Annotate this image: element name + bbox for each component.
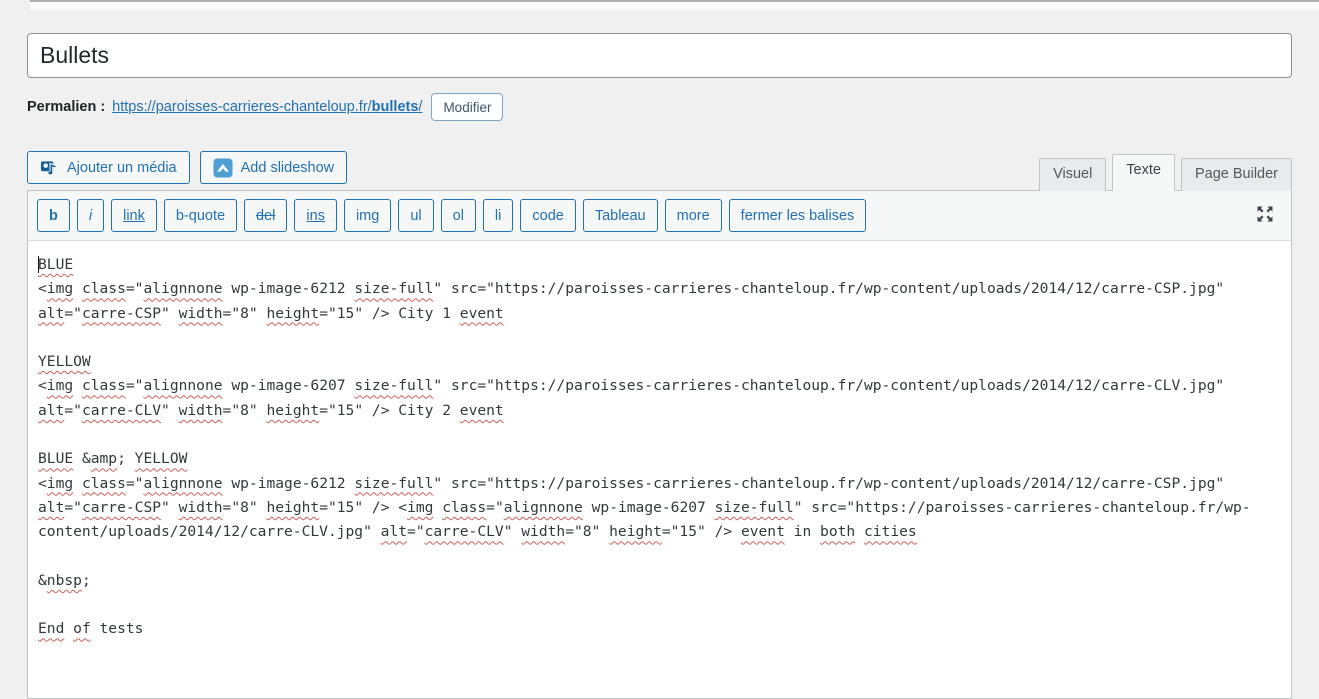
- media-icon: [40, 158, 59, 177]
- quicktag-b-quote[interactable]: b-quote: [164, 199, 237, 232]
- code-line: <img class="alignnone wp-image-6212 size…: [38, 472, 1281, 496]
- editor-container: bilinkb-quotedelinsimgulollicodeTableaum…: [27, 190, 1292, 699]
- quicktag-ul[interactable]: ul: [398, 199, 433, 232]
- code-line: <img class="alignnone wp-image-6207 size…: [38, 374, 1281, 398]
- add-slideshow-label: Add slideshow: [241, 160, 335, 176]
- permalink-label: Permalien :: [27, 99, 105, 115]
- code-line: End of tests: [38, 617, 1281, 641]
- tab-visual[interactable]: Visuel: [1039, 158, 1106, 191]
- post-content-textarea[interactable]: BLUE<img class="alignnone wp-image-6212 …: [28, 241, 1291, 654]
- editor-mode-tabs: VisuelTextePage Builder: [1039, 154, 1292, 191]
- editor-tools-row: Ajouter un média Add slideshow VisuelTex…: [27, 151, 1292, 190]
- quicktag-img[interactable]: img: [344, 199, 391, 232]
- quicktag-code[interactable]: code: [520, 199, 575, 232]
- quicktag-ins[interactable]: ins: [294, 199, 337, 232]
- edit-permalink-button[interactable]: Modifier: [431, 93, 503, 121]
- code-line: [38, 326, 1281, 350]
- quicktag-b[interactable]: b: [37, 199, 70, 232]
- tab-page-builder[interactable]: Page Builder: [1181, 158, 1292, 191]
- quicktag-li[interactable]: li: [483, 199, 513, 232]
- quicktags-buttons: bilinkb-quotedelinsimgulollicodeTableaum…: [37, 199, 873, 232]
- quicktag-link[interactable]: link: [111, 199, 157, 232]
- permalink-row: Permalien : https://paroisses-carrieres-…: [27, 93, 1292, 121]
- wordpress-post-editor: { "title_field": { "value": "Bullets" },…: [0, 0, 1319, 697]
- text-cursor: [38, 256, 39, 273]
- code-line: content/uploads/2014/12/carre-CLV.jpg" a…: [38, 520, 1281, 544]
- code-line: BLUE: [38, 253, 1281, 277]
- quicktag-tableau[interactable]: Tableau: [583, 199, 658, 232]
- tab-text[interactable]: Texte: [1112, 154, 1175, 191]
- quicktags-toolbar: bilinkb-quotedelinsimgulollicodeTableaum…: [28, 191, 1291, 241]
- quicktag-i[interactable]: i: [77, 199, 104, 232]
- fullscreen-button[interactable]: [1252, 202, 1278, 228]
- fullscreen-icon: [1254, 203, 1276, 225]
- code-line: &nbsp;: [38, 569, 1281, 593]
- permalink-link[interactable]: https://paroisses-carrieres-chanteloup.f…: [112, 99, 422, 115]
- quicktag-fermer-les-balises[interactable]: fermer les balises: [729, 199, 867, 232]
- permalink-slug: bullets: [372, 99, 419, 115]
- code-line: BLUE &amp; YELLOW: [38, 447, 1281, 471]
- media-buttons-group: Ajouter un média Add slideshow: [27, 151, 347, 184]
- quicktag-del[interactable]: del: [244, 199, 287, 232]
- post-title-input[interactable]: [27, 33, 1292, 78]
- code-line: [38, 545, 1281, 569]
- code-line: alt="carre-CSP" width="8" height="15" />…: [38, 496, 1281, 520]
- permalink-url-suffix: /: [418, 99, 422, 115]
- add-media-label: Ajouter un média: [67, 160, 177, 176]
- editor-main-column: Permalien : https://paroisses-carrieres-…: [27, 0, 1292, 699]
- add-slideshow-button[interactable]: Add slideshow: [200, 151, 348, 184]
- quicktag-more[interactable]: more: [665, 199, 722, 232]
- code-line: alt="carre-CLV" width="8" height="15" />…: [38, 399, 1281, 423]
- permalink-url-prefix: https://paroisses-carrieres-chanteloup.f…: [112, 99, 372, 115]
- code-line: <img class="alignnone wp-image-6212 size…: [38, 277, 1281, 301]
- quicktag-ol[interactable]: ol: [441, 199, 476, 232]
- add-media-button[interactable]: Ajouter un média: [27, 151, 190, 184]
- code-line: [38, 593, 1281, 617]
- slideshow-icon: [213, 158, 233, 178]
- code-line: YELLOW: [38, 350, 1281, 374]
- code-line: [38, 423, 1281, 447]
- code-line: alt="carre-CSP" width="8" height="15" />…: [38, 302, 1281, 326]
